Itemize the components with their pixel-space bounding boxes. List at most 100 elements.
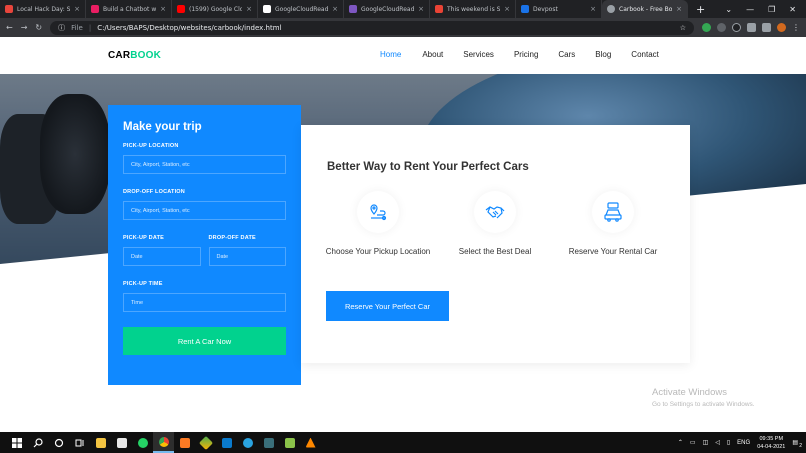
store-icon[interactable]: [111, 432, 132, 453]
windows-start-icon[interactable]: [6, 432, 27, 453]
panel-heading: Better Way to Rent Your Perfect Cars: [327, 161, 529, 173]
nav-home[interactable]: Home: [380, 50, 401, 59]
search-icon[interactable]: [27, 432, 48, 453]
cortana-icon[interactable]: [48, 432, 69, 453]
media-icon[interactable]: [762, 23, 771, 32]
pickup-time-input[interactable]: Time: [123, 293, 286, 312]
minimize-icon[interactable]: —: [746, 5, 754, 14]
battery-icon[interactable]: ▭: [690, 439, 696, 446]
browser-tab[interactable]: Devpost ×: [516, 0, 602, 18]
avatar[interactable]: [777, 23, 786, 32]
reserve-car-button[interactable]: Reserve Your Perfect Car: [326, 291, 449, 321]
website-viewport: CARBOOK Home About Services Pricing Cars…: [0, 37, 806, 432]
menu-kebab-icon[interactable]: ⋮: [792, 23, 800, 32]
pickup-date-input[interactable]: Date: [123, 247, 201, 266]
services-panel: Better Way to Rent Your Perfect Cars Cho…: [301, 125, 690, 363]
nav-pricing[interactable]: Pricing: [514, 50, 538, 59]
browser-tab[interactable]: GoogleCloudReady ×: [258, 0, 344, 18]
battery-saver-icon[interactable]: ▯: [727, 439, 730, 446]
site-nav-menu: Home About Services Pricing Cars Blog Co…: [380, 50, 659, 59]
divider: |: [88, 23, 92, 32]
dropoff-location-input[interactable]: City, Airport, Station, etc: [123, 201, 286, 220]
vscode-icon[interactable]: [216, 432, 237, 453]
address-bar[interactable]: ⓘ File | C:/Users/BAPS/Desktop/websites/…: [50, 20, 694, 35]
close-tab-icon[interactable]: ×: [332, 5, 338, 13]
reload-icon[interactable]: ↻: [35, 23, 42, 32]
tab-favicon-icon: [607, 5, 615, 13]
pickup-location-input[interactable]: City, Airport, Station, etc: [123, 155, 286, 174]
new-tab-button[interactable]: +: [688, 0, 713, 18]
extension-icon[interactable]: [732, 23, 741, 32]
git-icon[interactable]: [195, 432, 216, 453]
address-bar-row: ← → ↻ ⓘ File | C:/Users/BAPS/Desktop/web…: [0, 18, 806, 37]
extension-icon[interactable]: [717, 23, 726, 32]
nav-about[interactable]: About: [422, 50, 443, 59]
info-icon[interactable]: ⓘ: [58, 23, 65, 33]
browser-tab-active[interactable]: Carbook - Free Bo ×: [602, 0, 688, 18]
close-window-icon[interactable]: ✕: [789, 5, 796, 14]
site-logo[interactable]: CARBOOK: [108, 50, 161, 61]
browser-tab[interactable]: This weekend is S ×: [430, 0, 516, 18]
browser-tab-strip: Local Hack Day: Sh × Build a Chatbot w × (…: [0, 0, 806, 18]
forward-icon[interactable]: →: [21, 23, 28, 32]
tab-label: This weekend is S: [447, 5, 501, 13]
close-tab-icon[interactable]: ×: [590, 5, 596, 13]
tab-favicon-icon: [349, 5, 357, 13]
back-icon[interactable]: ←: [6, 23, 13, 32]
car-grille-shape: [40, 94, 110, 214]
clock[interactable]: 09:35 PM 04-04-2021: [757, 435, 785, 451]
telegram-icon[interactable]: [237, 432, 258, 453]
file-explorer-icon[interactable]: [90, 432, 111, 453]
whatsapp-icon[interactable]: [132, 432, 153, 453]
feature-best-deal: Select the Best Deal: [440, 191, 550, 258]
dropoff-location-label: DROP-OFF LOCATION: [123, 189, 185, 195]
notification-icon[interactable]: ▤ 2: [792, 439, 802, 449]
bookmark-star-icon[interactable]: ☆: [680, 24, 686, 32]
date-row: PICK-UP DATE Date DROP-OFF DATE Date: [123, 235, 286, 281]
close-tab-icon[interactable]: ×: [160, 5, 166, 13]
close-tab-icon[interactable]: ×: [74, 5, 80, 13]
activate-windows-watermark: Activate Windows Go to Settings to activ…: [652, 387, 755, 408]
tab-favicon-icon: [5, 5, 13, 13]
close-tab-icon[interactable]: ×: [504, 5, 510, 13]
browser-tab[interactable]: Build a Chatbot w ×: [86, 0, 172, 18]
tab-label: GoogleCloudReady: [361, 5, 415, 13]
android-studio-icon[interactable]: [279, 432, 300, 453]
logo-part-car: CAR: [108, 50, 131, 61]
app-icon[interactable]: [258, 432, 279, 453]
browser-tab[interactable]: GoogleCloudReady ×: [344, 0, 430, 18]
tab-label: Local Hack Day: Sh: [17, 5, 71, 13]
chrome-icon[interactable]: [153, 432, 174, 453]
browser-tab[interactable]: Local Hack Day: Sh ×: [0, 0, 86, 18]
task-view-icon[interactable]: [69, 432, 90, 453]
window-tab-search-icon[interactable]: ⌄: [725, 5, 732, 14]
url-text[interactable]: C:/Users/BAPS/Desktop/websites/carbook/i…: [97, 24, 281, 32]
extension-icon[interactable]: [702, 23, 711, 32]
nav-blog[interactable]: Blog: [595, 50, 611, 59]
browser-tab[interactable]: (1599) Google Clo ×: [172, 0, 258, 18]
xampp-icon[interactable]: [174, 432, 195, 453]
watermark-title: Activate Windows: [652, 387, 727, 398]
chevron-up-icon[interactable]: ⌃: [678, 439, 683, 446]
tab-favicon-icon: [263, 5, 271, 13]
rent-car-button[interactable]: Rent A Car Now: [123, 327, 286, 355]
volume-icon[interactable]: ◁: [715, 439, 720, 446]
close-tab-icon[interactable]: ×: [246, 5, 252, 13]
close-tab-icon[interactable]: ×: [676, 5, 682, 13]
windows-taskbar: ⌃ ▭ ◫ ◁ ▯ ENG 09:35 PM 04-04-2021 ▤ 2: [0, 432, 806, 453]
tab-label: Build a Chatbot w: [103, 5, 157, 13]
nav-contact[interactable]: Contact: [631, 50, 659, 59]
pickup-date-group: PICK-UP DATE Date: [123, 235, 201, 281]
close-tab-icon[interactable]: ×: [418, 5, 424, 13]
trip-form: Make your trip PICK-UP LOCATION City, Ai…: [108, 105, 301, 385]
nav-cars[interactable]: Cars: [558, 50, 575, 59]
nav-services[interactable]: Services: [463, 50, 494, 59]
clock-time: 09:35 PM: [759, 435, 784, 442]
maximize-icon[interactable]: ❐: [768, 5, 775, 14]
language-indicator[interactable]: ENG: [737, 440, 750, 446]
dropoff-date-input[interactable]: Date: [208, 247, 286, 266]
site-navbar: CARBOOK Home About Services Pricing Cars…: [0, 37, 806, 74]
network-icon[interactable]: ◫: [703, 439, 709, 446]
vlc-icon[interactable]: [300, 432, 321, 453]
puzzle-icon[interactable]: [747, 23, 756, 32]
